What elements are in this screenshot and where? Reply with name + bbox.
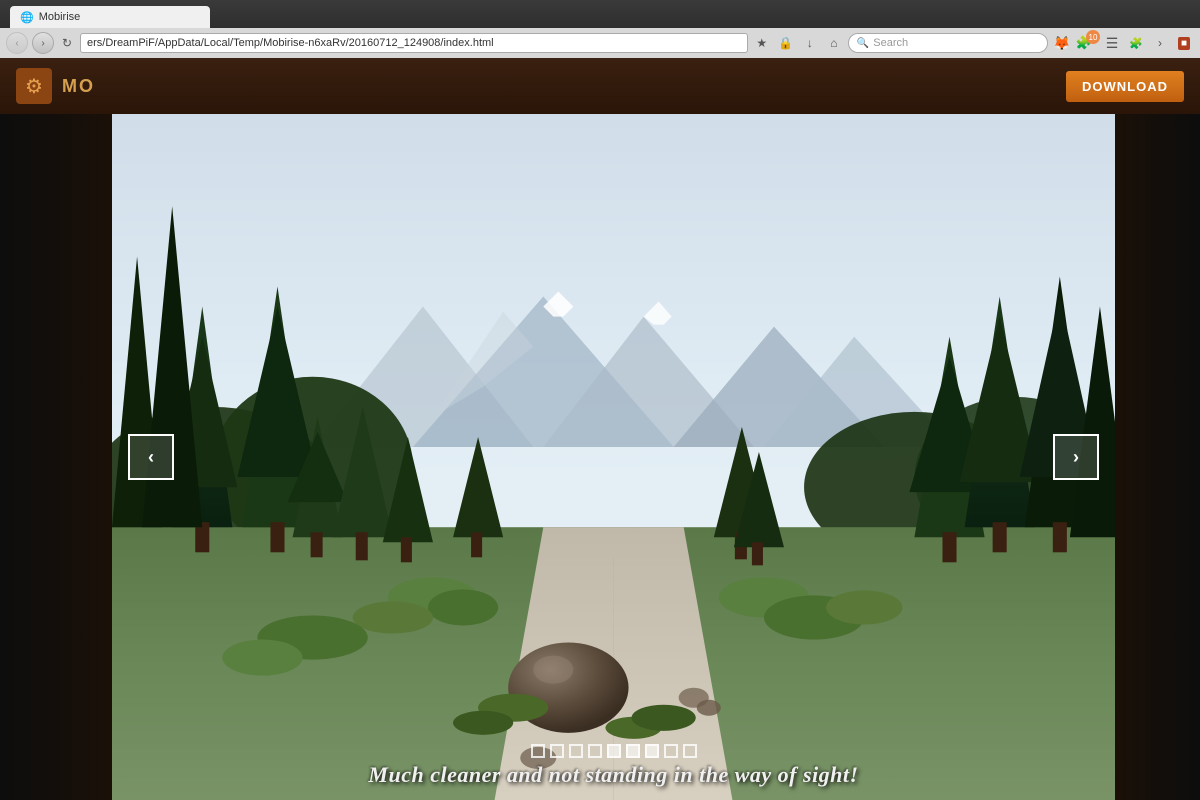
gear-icon: ⚙: [25, 74, 43, 99]
refresh-button[interactable]: ↻: [58, 34, 76, 52]
search-bar[interactable]: 🔍 Search: [848, 33, 1048, 53]
toolbar-end-button[interactable]: ■: [1174, 33, 1194, 53]
url-text: ers/DreamPiF/AppData/Local/Temp/Mobirise…: [87, 37, 494, 49]
star-icon: ★: [756, 36, 767, 50]
browser-tabs: 🌐 Mobirise: [0, 0, 1200, 28]
dot-9[interactable]: [683, 744, 697, 758]
slider-next-button[interactable]: ›: [1053, 434, 1099, 480]
toolbar-end-icon: ■: [1178, 37, 1190, 50]
next-arrow-icon: ›: [1073, 447, 1079, 468]
dot-3[interactable]: [569, 744, 583, 758]
dot-4[interactable]: [588, 744, 602, 758]
notifications-button[interactable]: 🧩 10: [1076, 35, 1098, 51]
slider-prev-button[interactable]: ‹: [128, 434, 174, 480]
dot-8[interactable]: [664, 744, 678, 758]
download-button[interactable]: DOWNLOAD: [1066, 71, 1184, 102]
download-icon: ↓: [807, 36, 813, 50]
dot-2[interactable]: [550, 744, 564, 758]
extensions-button[interactable]: 🧩: [1126, 33, 1146, 53]
app-area: ⚙ MO DOWNLOAD: [0, 58, 1200, 800]
app-header: ⚙ MO DOWNLOAD: [0, 58, 1200, 114]
lock-icon: 🔒: [778, 36, 793, 50]
dot-7[interactable]: [645, 744, 659, 758]
slider-image: [112, 114, 1115, 800]
firefox-icon: 🦊: [1053, 35, 1070, 52]
prev-arrow-icon: ‹: [148, 447, 154, 468]
dot-5[interactable]: [607, 744, 621, 758]
extra-chevron-icon: ›: [1158, 36, 1162, 50]
app-header-right: DOWNLOAD: [1066, 71, 1184, 102]
slider-dots: [531, 744, 697, 758]
caption-text: Much cleaner and not standing in the way…: [368, 762, 858, 787]
notifications-badge: 10: [1086, 30, 1100, 44]
home-button[interactable]: ⌂: [824, 33, 844, 53]
side-panel-left: [0, 58, 112, 800]
browser-toolbar: ‹ › ↻ ers/DreamPiF/AppData/Local/Temp/Mo…: [0, 28, 1200, 58]
extra-menu-button[interactable]: ›: [1150, 33, 1170, 53]
tab-title: Mobirise: [39, 11, 81, 23]
firefox-icon-button[interactable]: 🦊: [1052, 33, 1072, 53]
url-bar[interactable]: ers/DreamPiF/AppData/Local/Temp/Mobirise…: [80, 33, 748, 53]
forward-button[interactable]: ›: [32, 32, 54, 54]
browser-chrome: 🌐 Mobirise ‹ › ↻ ers/DreamPiF/AppData/Lo…: [0, 0, 1200, 58]
dot-6[interactable]: [626, 744, 640, 758]
extensions-icon: 🧩: [1129, 37, 1143, 50]
back-button[interactable]: ‹: [6, 32, 28, 54]
dot-1[interactable]: [531, 744, 545, 758]
search-icon: 🔍: [857, 38, 869, 49]
side-panel-right: [1115, 58, 1200, 800]
app-logo-icon: ⚙: [16, 68, 52, 104]
download-button[interactable]: ↓: [800, 33, 820, 53]
app-logo-text: MO: [62, 76, 95, 97]
lock-button[interactable]: 🔒: [776, 33, 796, 53]
menu-icon: ☰: [1106, 35, 1119, 52]
search-placeholder: Search: [873, 37, 908, 49]
menu-button[interactable]: ☰: [1102, 33, 1122, 53]
active-tab[interactable]: 🌐 Mobirise: [10, 6, 210, 28]
slider-caption: Much cleaner and not standing in the way…: [112, 758, 1115, 792]
bookmark-star-button[interactable]: ★: [752, 33, 772, 53]
slider-container: ‹ › Much cleaner and not standing in the…: [112, 114, 1115, 800]
home-icon: ⌂: [830, 36, 837, 50]
tab-favicon: 🌐: [20, 11, 34, 24]
